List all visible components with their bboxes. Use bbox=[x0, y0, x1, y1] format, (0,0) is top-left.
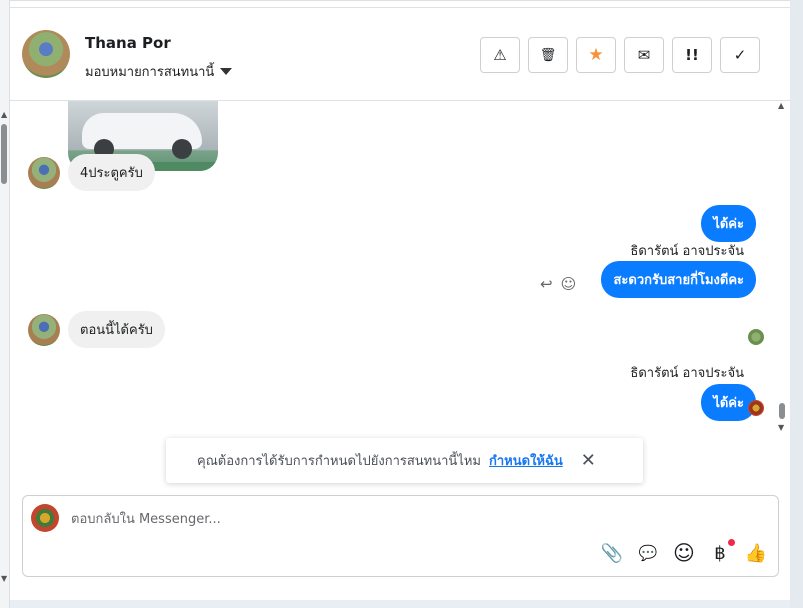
star-button[interactable]: ★ bbox=[576, 37, 616, 73]
incoming-message[interactable]: ตอนนี้ได้ครับ bbox=[68, 311, 165, 348]
payment-icon: ฿ bbox=[714, 542, 726, 564]
header-actions: ⚠ 🗑 ★ ✉ !! ✓ bbox=[480, 37, 760, 73]
mail-button[interactable]: ✉ bbox=[624, 37, 664, 73]
done-button[interactable]: ✓ bbox=[720, 37, 760, 73]
like-icon[interactable]: 👍 bbox=[745, 542, 767, 564]
scroll-up-icon[interactable]: ▲ bbox=[778, 101, 784, 110]
payment-button[interactable]: ฿ bbox=[709, 539, 735, 564]
reply-composer: 📎 💬 ☺ ฿ 👍 bbox=[22, 495, 779, 577]
right-background bbox=[790, 0, 803, 608]
scroll-down-icon[interactable]: ▼ bbox=[1, 574, 7, 583]
composer-tools: 📎 💬 ☺ ฿ 👍 bbox=[601, 539, 767, 565]
outgoing-message[interactable]: ได้ค่ะ bbox=[701, 205, 756, 242]
trash-icon: 🗑 bbox=[539, 47, 557, 63]
notice-text: คุณต้องการได้รับการกำหนดไปยังการสนทนานี้… bbox=[197, 454, 481, 469]
contact-avatar[interactable] bbox=[22, 30, 70, 78]
attach-icon[interactable]: 📎 bbox=[601, 542, 623, 564]
message-scrollbar[interactable]: ▲ ▼ bbox=[778, 101, 788, 436]
incoming-message[interactable]: 4ประตูครับ bbox=[68, 154, 155, 191]
conversation-panel: Thana Por มอบหมายการสนทนานี้ ⚠ 🗑 ★ ✉ !! … bbox=[10, 0, 790, 600]
left-scrollbar[interactable]: ▲ ▼ bbox=[0, 0, 10, 608]
important-button[interactable]: !! bbox=[672, 37, 712, 73]
saved-reply-icon[interactable]: 💬 bbox=[637, 542, 659, 564]
seen-avatar bbox=[748, 329, 764, 345]
delete-button[interactable]: 🗑 bbox=[528, 37, 568, 73]
conversation-header: Thana Por มอบหมายการสนทนานี้ ⚠ 🗑 ★ ✉ !! … bbox=[10, 7, 790, 101]
scroll-thumb[interactable] bbox=[779, 403, 785, 419]
contact-avatar-small[interactable] bbox=[28, 314, 60, 346]
outgoing-message[interactable]: สะดวกรับสายกี่โมงดีคะ bbox=[601, 261, 756, 298]
react-icon[interactable]: ☺ bbox=[561, 275, 577, 293]
important-icon: !! bbox=[685, 46, 699, 64]
mail-icon: ✉ bbox=[637, 46, 651, 64]
close-icon[interactable]: ✕ bbox=[581, 450, 596, 471]
sender-name: ธิดารัตน์ อาจประจัน bbox=[630, 244, 744, 259]
message-list[interactable]: 4ประตูครับ ได้ค่ะ ธิดารัตน์ อาจประจัน ↩ … bbox=[10, 101, 790, 436]
outgoing-message[interactable]: ได้ค่ะ bbox=[701, 384, 756, 421]
reply-icon[interactable]: ↩ bbox=[540, 275, 553, 293]
reply-input[interactable] bbox=[71, 506, 761, 532]
scroll-up-icon[interactable]: ▲ bbox=[1, 110, 7, 119]
star-icon: ★ bbox=[588, 45, 604, 65]
read-receipt-avatar bbox=[748, 400, 764, 416]
contact-avatar-small[interactable] bbox=[28, 157, 60, 189]
warning-icon: ⚠ bbox=[493, 46, 507, 64]
caret-down-icon bbox=[220, 68, 233, 75]
sender-name: ธิดารัตน์ อาจประจัน bbox=[630, 366, 744, 381]
assign-dropdown[interactable]: มอบหมายการสนทนานี้ bbox=[85, 61, 233, 82]
scroll-down-icon[interactable]: ▼ bbox=[778, 423, 784, 432]
assign-notice: คุณต้องการได้รับการกำหนดไปยังการสนทนานี้… bbox=[166, 438, 643, 483]
scroll-thumb[interactable] bbox=[1, 124, 7, 184]
message-hover-actions: ↩ ☺ bbox=[540, 275, 576, 293]
check-icon: ✓ bbox=[733, 46, 747, 64]
contact-name[interactable]: Thana Por bbox=[85, 34, 171, 52]
assign-to-me-link[interactable]: กำหนดให้ฉัน bbox=[489, 450, 563, 471]
page-avatar bbox=[31, 504, 59, 532]
notification-dot bbox=[728, 539, 735, 546]
car-wheel bbox=[172, 139, 192, 159]
assign-label: มอบหมายการสนทนานี้ bbox=[85, 65, 215, 80]
emoji-icon[interactable]: ☺ bbox=[673, 541, 695, 565]
warning-button[interactable]: ⚠ bbox=[480, 37, 520, 73]
